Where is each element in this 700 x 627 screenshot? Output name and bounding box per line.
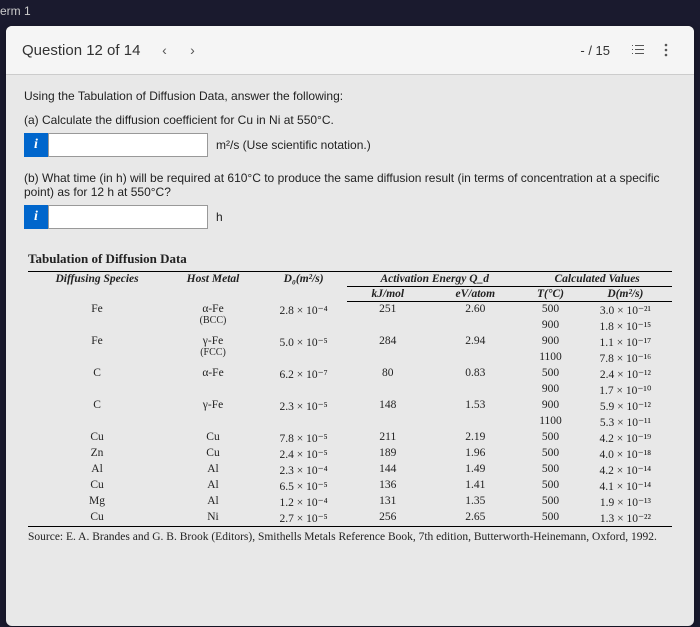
more-icon[interactable] [654,38,678,62]
part-b-input-row: i h [24,205,676,229]
col-species: Diffusing Species [28,272,166,302]
table-row: AlAl2.3 × 10⁻⁴1441.495004.2 × 10⁻¹⁴ [28,462,672,478]
info-button-a[interactable]: i [24,133,48,157]
prev-button[interactable]: ‹ [152,38,176,62]
table-source: Source: E. A. Brandes and G. B. Brook (E… [28,531,672,543]
question-number: Question 12 of 14 [22,42,140,59]
info-button-b[interactable]: i [24,205,48,229]
score-display: - / 15 [580,43,610,58]
table-row: MgAl1.2 × 10⁻⁴1311.355001.9 × 10⁻¹³ [28,494,672,510]
part-a-text: (a) Calculate the diffusion coefficient … [24,113,676,127]
unit-a: m²/s (Use scientific notation.) [216,138,371,152]
col-host: Host Metal [166,272,260,302]
table-row: Feγ-Fe(FCC)5.0 × 10⁻⁵2842.949001.1 × 10⁻… [28,334,672,350]
table-title: Tabulation of Diffusion Data [28,251,672,267]
answer-input-b[interactable] [48,205,208,229]
table-row: Feα-Fe(BCC)2.8 × 10⁻⁴2512.605003.0 × 10⁻… [28,302,672,319]
diffusion-table: Diffusing Species Host Metal D₀(m²/s) Ac… [28,271,672,527]
term-label: erm 1 [0,0,700,22]
question-content: Using the Tabulation of Diffusion Data, … [6,75,694,561]
list-icon[interactable] [626,38,650,62]
col-tc: T(°C) [522,287,579,302]
table-row: ZnCu2.4 × 10⁻⁵1891.965004.0 × 10⁻¹⁸ [28,446,672,462]
col-d0: D₀(m²/s) [260,272,347,302]
diffusion-table-wrap: Tabulation of Diffusion Data Diffusing S… [24,247,676,547]
col-dm2s: D(m²/s) [579,287,672,302]
table-row: CuNi2.7 × 10⁻⁵2562.655001.3 × 10⁻²² [28,510,672,527]
question-header: Question 12 of 14 ‹ › - / 15 [6,26,694,75]
unit-b: h [216,210,223,224]
col-calc-group: Calculated Values [522,272,672,287]
table-row: Cα-Fe6.2 × 10⁻⁷800.835002.4 × 10⁻¹² [28,366,672,382]
next-button[interactable]: › [180,38,204,62]
table-row: CuCu7.8 × 10⁻⁵2112.195004.2 × 10⁻¹⁹ [28,430,672,446]
question-intro: Using the Tabulation of Diffusion Data, … [24,89,676,103]
col-kjmol: kJ/mol [347,287,428,302]
answer-input-a[interactable] [48,133,208,157]
part-b-text: (b) What time (in h) will be required at… [24,171,676,199]
col-activation-group: Activation Energy Q_d [347,272,522,287]
table-row: Cγ-Fe2.3 × 10⁻⁵1481.539005.9 × 10⁻¹² [28,398,672,414]
col-evatom: eV/atom [428,287,522,302]
question-card: Question 12 of 14 ‹ › - / 15 Using the T… [6,26,694,626]
nav-buttons: ‹ › [152,38,204,62]
table-row: CuAl6.5 × 10⁻⁵1361.415004.1 × 10⁻¹⁴ [28,478,672,494]
part-a-input-row: i m²/s (Use scientific notation.) [24,133,676,157]
